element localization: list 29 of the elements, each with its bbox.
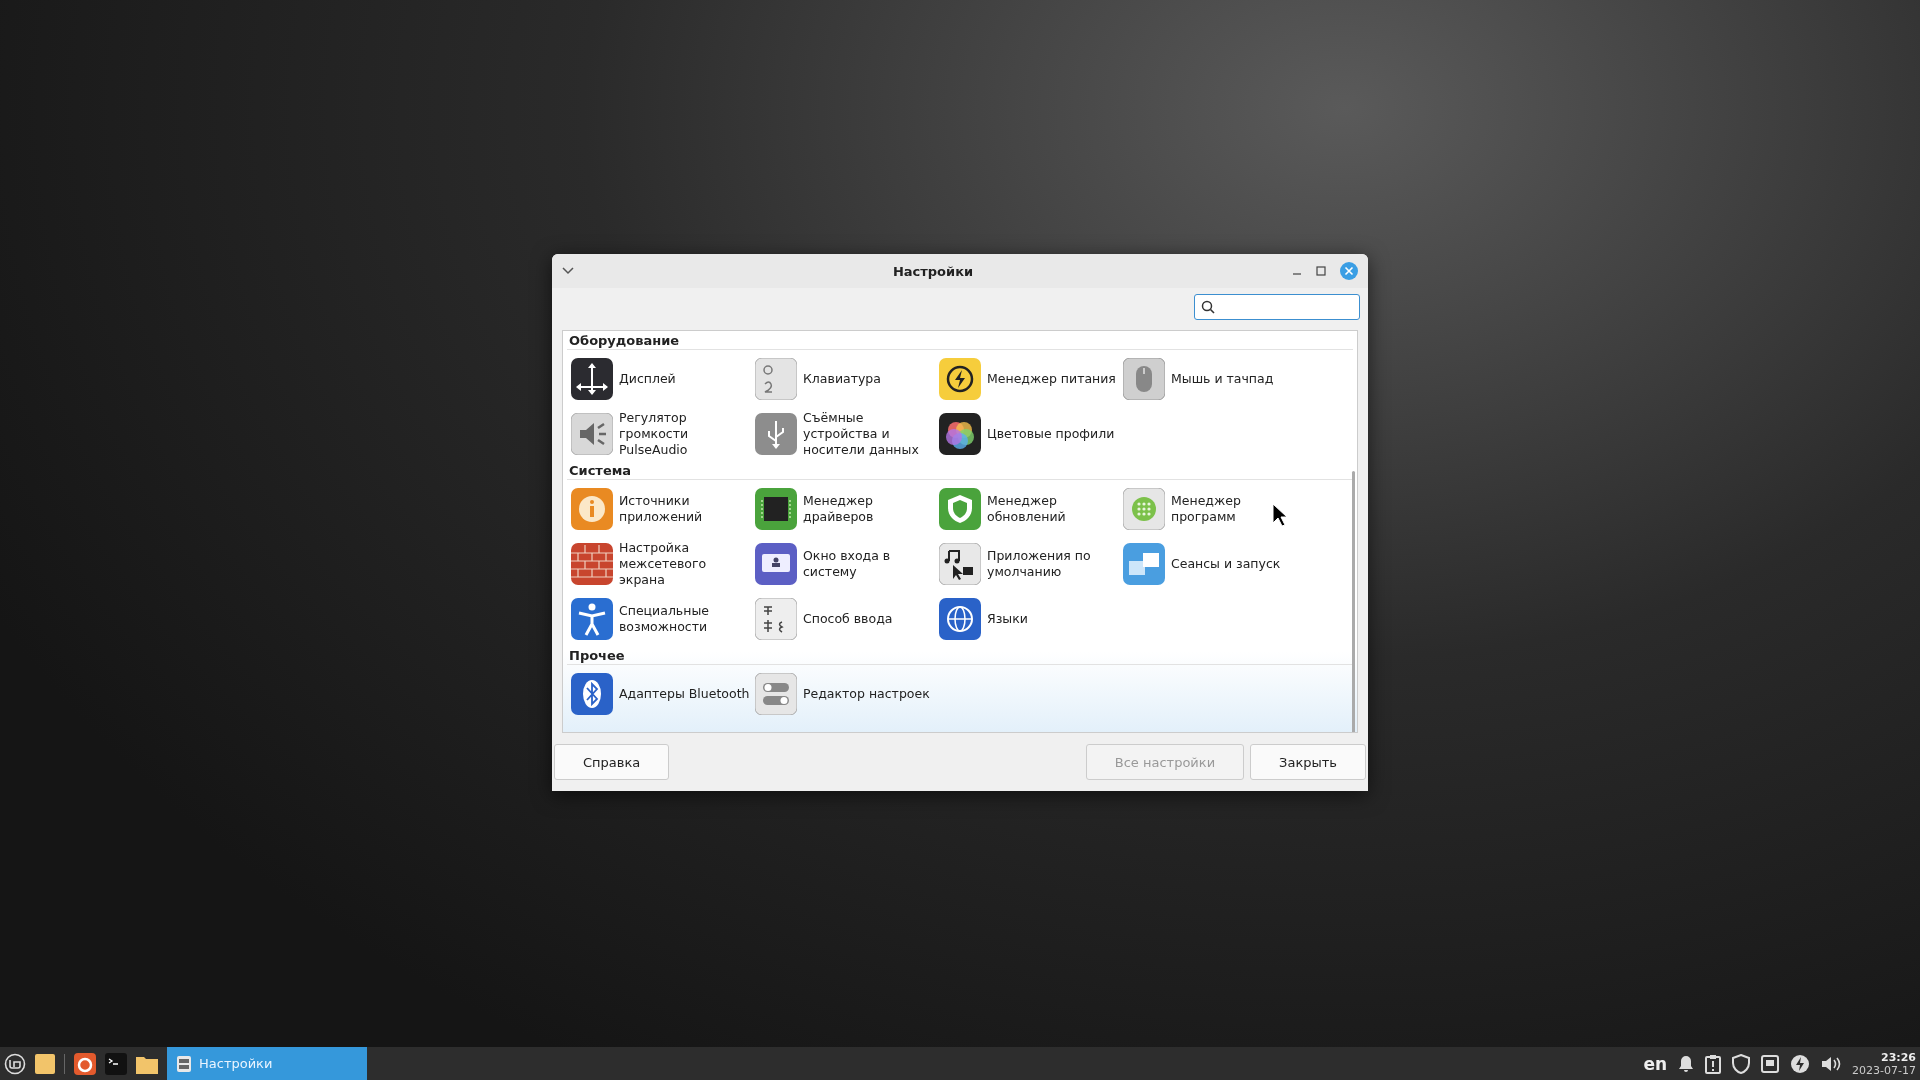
clock-date[interactable]: 2023-07-17 <box>1852 1063 1916 1077</box>
settings-item-label[interactable]: Адаптеры Bluetooth <box>619 685 750 702</box>
settings-item-label[interactable]: Менеджер питания <box>987 370 1116 387</box>
settings-item-label[interactable]: Специальные возможности <box>619 602 709 635</box>
settings-item-label[interactable]: Регулятор громкости PulseAudio <box>619 409 689 458</box>
settings-item-label[interactable]: Приложения по умолчанию <box>987 547 1091 580</box>
clock-time[interactable]: 23:26 <box>1881 1050 1916 1064</box>
window-title: Настройки <box>891 263 975 279</box>
settings-item-label[interactable]: Редактор настроек <box>803 685 930 702</box>
settings-item-label[interactable]: Настройка межсетевого экрана <box>619 539 707 588</box>
settings-item-label[interactable]: Сеансы и запуск <box>1171 555 1281 572</box>
section-heading: Система <box>567 463 1353 480</box>
settings-item-label[interactable]: Источники приложений <box>619 492 703 525</box>
settings-item-label[interactable]: Окно входа в систему <box>803 547 891 580</box>
settings-item-label[interactable]: Языки <box>987 610 1028 627</box>
settings-item-label[interactable]: Менеджер программ <box>1171 492 1241 525</box>
settings-item-label[interactable]: Дисплей <box>619 370 676 387</box>
settings-item-label[interactable]: Съёмные устройства и носители данных <box>803 409 919 458</box>
settings-item-label[interactable]: Цветовые профили <box>987 425 1115 442</box>
section-heading: Оборудование <box>567 333 1353 350</box>
settings-item-label[interactable]: Способ ввода <box>803 610 893 627</box>
settings-item-label[interactable]: Клавиатура <box>803 370 881 387</box>
settings-item-label[interactable]: Менеджер драйверов <box>803 492 874 525</box>
dialog-button[interactable]: Справка <box>554 744 670 780</box>
settings-item-label[interactable]: Мышь и тачпад <box>1171 370 1274 387</box>
keyboard-layout-indicator[interactable]: en <box>1643 1053 1668 1074</box>
settings-item-label[interactable]: Менеджер обновлений <box>987 492 1066 525</box>
section-heading: Прочее <box>567 648 1353 665</box>
dialog-button[interactable]: Закрыть <box>1250 744 1366 780</box>
